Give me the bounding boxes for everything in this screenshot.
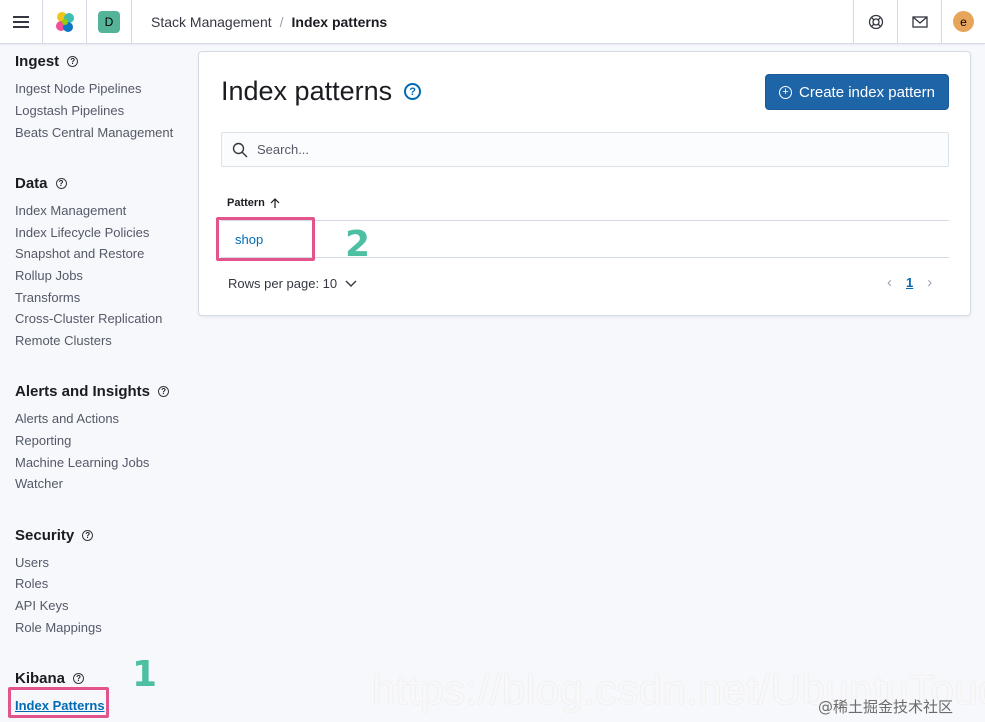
page-title: Index patterns ? — [221, 76, 422, 107]
chevron-down-icon — [345, 280, 357, 287]
next-page-button[interactable]: › — [927, 274, 932, 291]
page-title-text: Index patterns — [221, 76, 393, 106]
menu-button[interactable] — [0, 0, 43, 44]
annotation-step-2: 2 — [345, 224, 371, 265]
breadcrumb-separator: / — [279, 13, 284, 30]
sidebar-item-remote-clusters[interactable]: Remote Clusters — [15, 333, 112, 348]
help-icon — [868, 14, 883, 29]
plus-circle-icon: + — [779, 85, 793, 99]
sidebar-item-role-mappings[interactable]: Role Mappings — [15, 620, 102, 635]
help-icon[interactable]: ? — [82, 530, 94, 541]
search-bar[interactable] — [221, 132, 949, 167]
table-row-divider — [221, 257, 949, 258]
elastic-logo-icon — [55, 11, 74, 32]
section-title: Ingest — [15, 53, 60, 70]
sidebar-section-alerts-and-insights: Alerts and Insights ? — [15, 383, 170, 400]
avatar: e — [953, 11, 974, 32]
table-header-divider — [221, 220, 949, 221]
page-number-1[interactable]: 1 — [906, 275, 913, 290]
search-icon — [232, 142, 248, 157]
index-patterns-panel: Index patterns ? + Create index pattern … — [198, 51, 971, 316]
sidebar-item-beats-central-management[interactable]: Beats Central Management — [15, 125, 173, 140]
annotation-step-1: 1 — [132, 654, 158, 695]
sidebar-section-ingest: Ingest ? — [15, 53, 79, 70]
breadcrumb-stack-management[interactable]: Stack Management — [151, 14, 272, 30]
create-button-label: Create index pattern — [799, 83, 935, 101]
help-icon[interactable]: ? — [73, 673, 85, 684]
menu-icon — [13, 15, 29, 28]
sidebar-item-logstash-pipelines[interactable]: Logstash Pipelines — [15, 103, 124, 118]
sidebar: Ingest ? Ingest Node Pipelines Logstash … — [0, 44, 190, 722]
sidebar-section-kibana: Kibana ? — [15, 670, 85, 687]
sidebar-item-api-keys[interactable]: API Keys — [15, 598, 68, 613]
sidebar-section-data: Data ? — [15, 175, 67, 192]
sidebar-item-reporting[interactable]: Reporting — [15, 433, 71, 448]
elastic-logo[interactable] — [43, 0, 87, 44]
sidebar-item-roles[interactable]: Roles — [15, 576, 48, 591]
rows-per-page-label: Rows per page: 10 — [228, 276, 338, 291]
sidebar-item-alerts-and-actions[interactable]: Alerts and Actions — [15, 411, 119, 426]
help-icon[interactable]: ? — [55, 178, 67, 189]
sidebar-item-cross-cluster-replication[interactable]: Cross-Cluster Replication — [15, 311, 162, 326]
watermark-site: @稀土掘金技术社区 — [818, 698, 954, 716]
header-actions: e — [853, 0, 985, 44]
space-badge: D — [98, 10, 120, 33]
annotation-highlight-index-patterns — [8, 687, 109, 718]
help-menu-button[interactable] — [853, 0, 897, 44]
rows-per-page-selector[interactable]: Rows per page: 10 — [228, 276, 357, 291]
sidebar-item-rollup-jobs[interactable]: Rollup Jobs — [15, 268, 83, 283]
help-icon[interactable]: ? — [404, 83, 422, 100]
column-header-label: Pattern — [227, 197, 265, 209]
create-index-pattern-button[interactable]: + Create index pattern — [765, 74, 949, 110]
sidebar-section-security: Security ? — [15, 527, 94, 544]
help-icon[interactable]: ? — [158, 386, 170, 397]
newsfeed-button[interactable] — [897, 0, 941, 44]
section-title: Data — [15, 175, 48, 192]
breadcrumb-current: Index patterns — [291, 13, 388, 30]
sidebar-item-index-lifecycle-policies[interactable]: Index Lifecycle Policies — [15, 225, 149, 240]
section-title: Kibana — [15, 670, 66, 687]
column-header-pattern[interactable]: Pattern — [227, 197, 280, 209]
space-selector[interactable]: D — [87, 0, 132, 44]
sidebar-item-transforms[interactable]: Transforms — [15, 290, 80, 305]
top-header: D Stack Management / Index patterns e — [0, 0, 985, 44]
sort-ascending-icon — [270, 197, 280, 208]
sidebar-item-index-management[interactable]: Index Management — [15, 203, 126, 218]
previous-page-button[interactable]: ‹ — [887, 274, 892, 291]
help-icon[interactable]: ? — [67, 56, 79, 67]
sidebar-item-snapshot-and-restore[interactable]: Snapshot and Restore — [15, 246, 144, 261]
search-input[interactable] — [257, 142, 907, 157]
section-title: Security — [15, 527, 75, 544]
sidebar-item-users[interactable]: Users — [15, 555, 49, 570]
section-title: Alerts and Insights — [15, 383, 151, 400]
sidebar-item-machine-learning-jobs[interactable]: Machine Learning Jobs — [15, 455, 149, 470]
sidebar-item-ingest-node-pipelines[interactable]: Ingest Node Pipelines — [15, 81, 141, 96]
sidebar-item-watcher[interactable]: Watcher — [15, 476, 63, 491]
pagination: ‹ 1 › — [887, 274, 932, 291]
breadcrumb: Stack Management / Index patterns — [132, 14, 853, 30]
user-menu-button[interactable]: e — [941, 0, 985, 44]
annotation-highlight-shop — [216, 217, 315, 261]
mail-icon — [911, 15, 928, 28]
